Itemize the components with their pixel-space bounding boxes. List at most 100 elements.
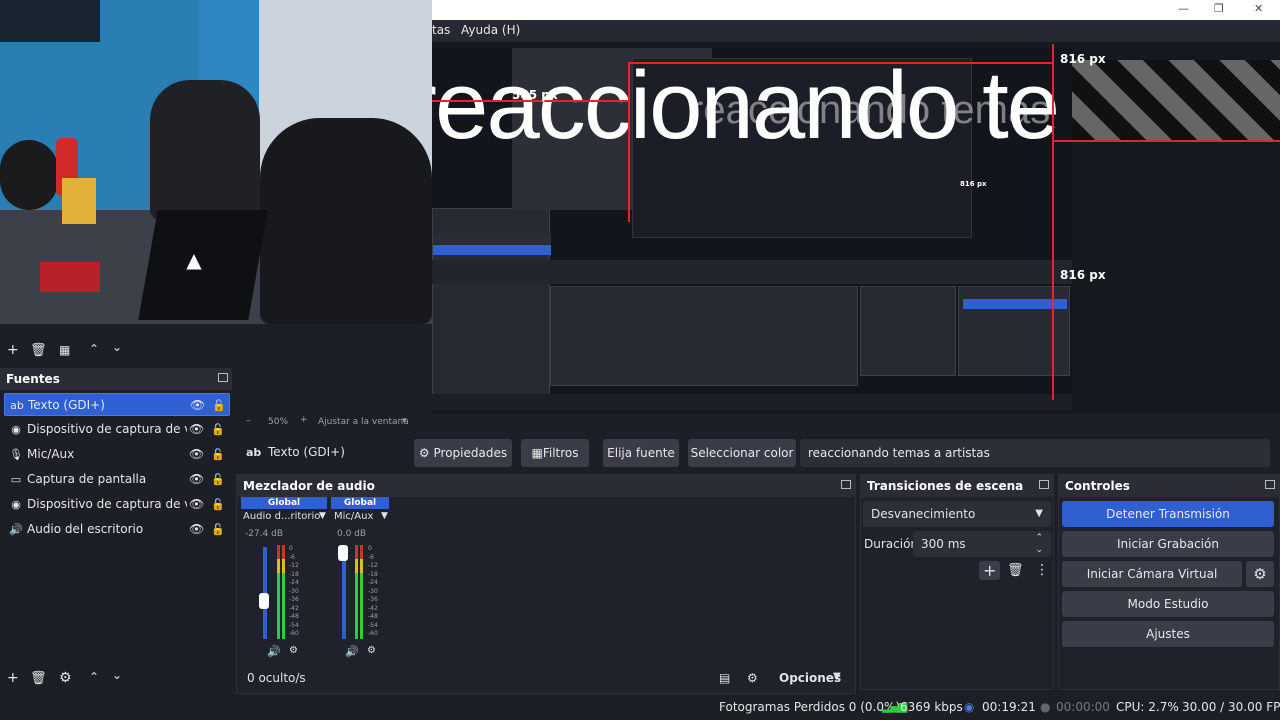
lock-icon[interactable]: 🔓: [211, 518, 225, 541]
live-time: 00:19:21: [982, 700, 1036, 714]
source-item[interactable]: 🔊 Audio del escritorio 👁 🔓: [4, 518, 230, 541]
add-transition-icon[interactable]: +: [979, 561, 1001, 580]
popout-icon[interactable]: [1265, 480, 1275, 489]
settings-button[interactable]: Ajustes: [1062, 621, 1274, 647]
db-scale-tick: -18: [368, 570, 378, 578]
source-item[interactable]: 🎙 Mic/Aux 👁 🔓: [4, 443, 230, 466]
lock-icon[interactable]: 🔓: [212, 394, 226, 417]
add-scene-icon[interactable]: +: [7, 342, 19, 358]
eye-icon[interactable]: 👁: [189, 418, 204, 441]
volume-slider-handle[interactable]: [338, 545, 348, 561]
select-color-button[interactable]: Seleccionar color: [688, 439, 796, 467]
stop-stream-button[interactable]: Detener Transmisión: [1062, 501, 1274, 527]
source-label: Dispositivo de captura de video: [27, 422, 187, 436]
maximize-icon[interactable]: ❐: [1214, 2, 1224, 15]
chevron-down-icon[interactable]: ⌄: [1035, 537, 1043, 563]
person-right: [260, 118, 432, 324]
speaker-icon[interactable]: 🔊: [267, 645, 281, 658]
studio-mode-button[interactable]: Modo Estudio: [1062, 591, 1274, 617]
close-icon[interactable]: ✕: [1254, 2, 1263, 15]
hidden-count: 0 oculto/s: [247, 671, 306, 685]
guide-label-top: 816 px: [1060, 52, 1106, 66]
filter-icon[interactable]: ▦: [59, 343, 70, 357]
guide-line-horizontal: [628, 62, 1052, 64]
popout-icon[interactable]: [218, 373, 228, 382]
filters-button[interactable]: ▦Filtros: [521, 439, 589, 467]
transition-select[interactable]: Desvanecimiento ▼: [863, 501, 1051, 527]
gear-icon[interactable]: ⚙: [1246, 561, 1274, 587]
db-scale-tick: -30: [368, 587, 378, 595]
record-time: 00:00:00: [1056, 700, 1110, 714]
db-scale-tick: -42: [368, 604, 378, 612]
text-value-field[interactable]: reaccionando temas a artistas: [800, 439, 1270, 467]
db-scale-tick: -24: [289, 579, 299, 586]
channel-settings-icon[interactable]: ⚙: [289, 645, 298, 656]
eye-icon[interactable]: 👁: [189, 468, 204, 491]
mixer-layout-icon[interactable]: ▤: [719, 671, 730, 685]
duration-spinbox[interactable]: 300 ms ⌃ ⌄: [913, 531, 1051, 557]
eye-icon[interactable]: 👁: [189, 443, 204, 466]
advanced-audio-icon[interactable]: ⚙: [747, 671, 758, 685]
eye-icon[interactable]: 👁: [189, 493, 204, 516]
source-item[interactable]: ◉ Dispositivo de captura de video 👁 🔓: [4, 493, 230, 516]
fps: 30.00 / 30.00 FPS: [1182, 700, 1280, 714]
lock-icon[interactable]: 🔓: [211, 443, 225, 466]
trash-icon[interactable]: 🗑: [30, 343, 47, 358]
chevron-down-icon[interactable]: ▼: [381, 511, 388, 521]
chevron-down-icon[interactable]: ▾: [402, 416, 407, 426]
transitions-panel: Transiciones de escena Desvanecimiento ▼…: [860, 474, 1054, 690]
volume-slider-handle[interactable]: [259, 593, 269, 609]
db-scale-tick: -6: [289, 553, 295, 561]
start-recording-button[interactable]: Iniciar Grabación: [1062, 531, 1274, 557]
chevron-down-icon[interactable]: ⌄: [112, 340, 122, 354]
menu-item-help[interactable]: Ayuda (H): [461, 23, 520, 37]
minimize-icon[interactable]: —: [1178, 2, 1189, 15]
chevron-down-icon[interactable]: ⌄: [112, 668, 122, 682]
source-item[interactable]: ab Texto (GDI+) 👁 🔓: [4, 393, 230, 416]
choose-font-button[interactable]: Elija fuente: [603, 439, 679, 467]
db-scale-tick: -48: [368, 613, 378, 620]
start-virtual-camera-button[interactable]: Iniciar Cámara Virtual: [1062, 561, 1242, 587]
add-source-icon[interactable]: +: [7, 670, 19, 686]
chevron-up-icon[interactable]: ⌃: [89, 342, 99, 356]
level-meter: [277, 545, 280, 639]
popout-icon[interactable]: [1039, 480, 1049, 489]
menu-item-tools[interactable]: tas: [432, 23, 450, 37]
properties-label: Propiedades: [433, 446, 508, 460]
chevron-up-icon[interactable]: ⌃: [89, 670, 99, 684]
more-options-icon[interactable]: ⋮: [1035, 562, 1049, 578]
source-item[interactable]: ▭ Captura de pantalla 👁 🔓: [4, 468, 230, 491]
channel-settings-icon[interactable]: ⚙: [367, 645, 376, 656]
source-item[interactable]: ◉ Dispositivo de captura de video 👁 🔓: [4, 418, 230, 441]
global-badge: Global: [241, 497, 327, 509]
monitor-icon: ▭: [10, 473, 22, 486]
lock-icon[interactable]: 🔓: [211, 418, 225, 441]
lock-icon[interactable]: 🔓: [211, 468, 225, 491]
laptop-logo-icon: ▲: [186, 248, 202, 272]
zoom-fit-select[interactable]: Ajustar a la ventana: [318, 417, 409, 427]
chevron-down-icon[interactable]: ▼: [833, 671, 841, 682]
level-meter: [360, 545, 363, 639]
chevron-down-icon[interactable]: ▼: [319, 511, 326, 521]
current-source-name: Texto (GDI+): [268, 445, 345, 459]
popout-icon[interactable]: [841, 480, 851, 489]
zoom-out-icon[interactable]: –: [246, 416, 251, 426]
eye-icon[interactable]: 👁: [189, 518, 204, 541]
channel-name[interactable]: Mic/Aux: [334, 511, 373, 522]
db-scale-tick: -12: [289, 562, 299, 569]
trash-icon[interactable]: 🗑: [1007, 563, 1024, 578]
zoom-in-icon[interactable]: +: [300, 415, 308, 425]
gear-icon[interactable]: ⚙: [59, 670, 72, 686]
webcam-video: ▲: [0, 0, 432, 324]
lock-icon[interactable]: 🔓: [211, 493, 225, 516]
nested-mixer: [550, 286, 858, 386]
global-badge: Global: [331, 497, 389, 509]
gear-icon: ⚙: [418, 446, 430, 460]
sources-title: Fuentes: [6, 372, 60, 386]
properties-button[interactable]: ⚙ Propiedades: [414, 439, 512, 467]
options-button[interactable]: Opciones: [779, 671, 841, 685]
channel-name[interactable]: Audio d...ritorio: [243, 511, 320, 522]
trash-icon[interactable]: 🗑: [30, 671, 47, 686]
eye-icon[interactable]: 👁: [190, 394, 205, 417]
speaker-icon[interactable]: 🔊: [345, 645, 359, 658]
